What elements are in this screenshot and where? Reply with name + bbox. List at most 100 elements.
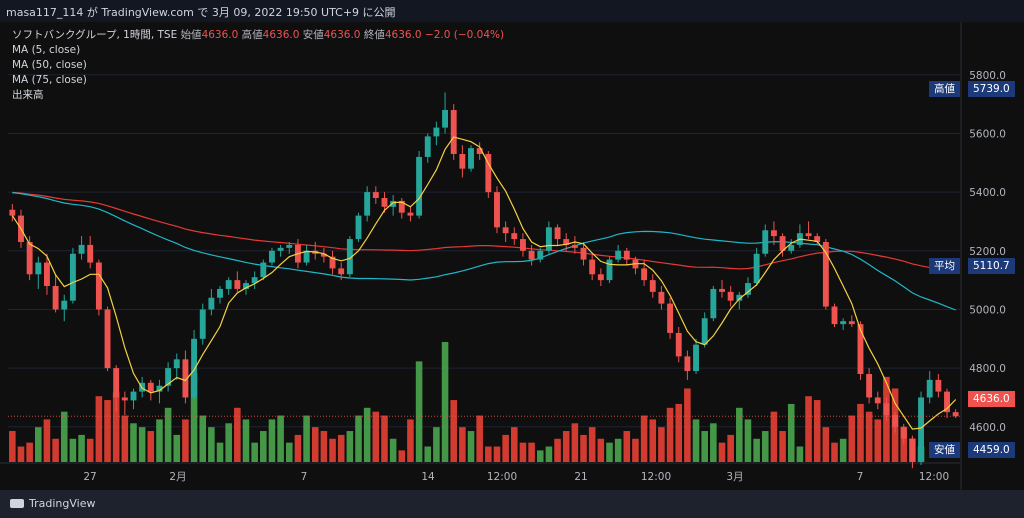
volume-bar (363, 407, 371, 462)
volume-bar (277, 415, 284, 462)
volume-bar (770, 411, 778, 462)
volume-bar (623, 431, 631, 462)
candle-body (381, 198, 388, 207)
candle-body (874, 397, 881, 404)
candle-body (675, 332, 682, 357)
volume-bar (346, 431, 354, 462)
volume-bar (476, 415, 483, 462)
volume-bar (433, 427, 440, 462)
volume-bar (182, 419, 189, 462)
candle-body (693, 344, 699, 372)
candle-body (173, 359, 180, 369)
candle-body (520, 239, 526, 251)
candle-body (355, 215, 362, 240)
candle-body (900, 426, 907, 439)
volume-bar (528, 442, 535, 462)
volume-bar (753, 438, 760, 462)
candle-body (26, 242, 33, 275)
chart-legend: ソフトバンクグループ, 1時間, TSE 始値4636.0 高値4636.0 安… (12, 28, 504, 103)
candle-body (9, 209, 16, 216)
volume-bar (285, 442, 293, 462)
candle-body (87, 244, 94, 263)
tradingview-brand[interactable]: TradingView (10, 497, 95, 510)
volume-bar (614, 438, 622, 462)
volume-bar (536, 450, 544, 462)
low-label: 安値 (302, 29, 324, 41)
candle-body (753, 253, 760, 284)
candle-body (848, 321, 855, 325)
open-label: 始値 (180, 29, 202, 41)
candle-body (926, 379, 933, 398)
candle-body (684, 356, 691, 372)
avg-marker-label: 平均 (929, 258, 960, 274)
avg-marker-value: 5110.7 (968, 258, 1015, 274)
candle-body (277, 247, 284, 251)
indicator-volume[interactable]: 出来高 (12, 88, 504, 103)
ohlc-row: ソフトバンクグループ, 1時間, TSE 始値4636.0 高値4636.0 安… (12, 28, 504, 43)
candle-body (511, 233, 518, 240)
volume-bar (26, 442, 33, 462)
candle-body (407, 212, 414, 216)
candle-body (424, 136, 431, 157)
volume-bar (450, 400, 457, 462)
low-marker-label: 安値 (929, 442, 960, 458)
volume-bar (562, 431, 570, 462)
candle-body (78, 244, 85, 254)
indicator-ma75[interactable]: MA (75, close) (12, 73, 504, 88)
candle-body (372, 192, 379, 198)
volume-bar (692, 419, 700, 462)
candle-body (130, 391, 137, 401)
volume-bar (701, 431, 708, 462)
candle-body (571, 244, 578, 248)
candle-body (199, 309, 206, 339)
symbol-title[interactable]: ソフトバンクグループ, 1時間, TSE (12, 29, 177, 41)
candle-body (615, 250, 622, 260)
volume-bar (9, 431, 16, 462)
volume-bar (718, 442, 726, 462)
footer-bar: TradingView (0, 490, 1024, 518)
candle-body (606, 259, 613, 281)
volume-bar (121, 415, 129, 462)
candle-body (52, 286, 59, 310)
candle-body (69, 253, 76, 301)
volume-bar (580, 434, 587, 462)
volume-bar (199, 415, 207, 462)
candle-body (95, 262, 102, 310)
candle-body (61, 300, 68, 310)
volume-bar (225, 423, 232, 462)
candle-body (459, 154, 466, 169)
indicator-ma50[interactable]: MA (50, close) (12, 58, 504, 73)
chart-window: 4600.0 4800.0 5000.0 5200.0 5400.0 5600.0 5800… (0, 0, 1024, 518)
volume-bar (242, 419, 250, 462)
volume-bar (632, 438, 639, 462)
candle-body (770, 230, 777, 237)
volume-bar (511, 427, 518, 462)
close-label: 終値 (363, 29, 385, 41)
candle-body (338, 268, 345, 275)
low-value: 4636.0 (323, 29, 361, 41)
candle-body (719, 288, 725, 292)
volume-bar (796, 446, 804, 462)
volume-bar (294, 434, 302, 462)
high-marker-value: 5739.0 (968, 81, 1015, 97)
volume-bar (571, 423, 579, 462)
indicator-ma5[interactable]: MA (5, close) (12, 43, 504, 58)
candle-body (234, 280, 241, 289)
volume-bar (35, 427, 42, 462)
volume-bar (130, 423, 137, 462)
candle-body (269, 250, 275, 263)
candle-body (658, 291, 665, 304)
low-marker-value: 4459.0 (968, 442, 1015, 458)
candle-body (416, 156, 423, 216)
candle-body (840, 321, 847, 325)
x-tick-label: 7 (301, 471, 308, 483)
volume-bar (138, 427, 146, 462)
change-value: −2.0 (−0.04%) (424, 29, 505, 41)
high-marker-label: 高値 (929, 81, 960, 97)
volume-bar (684, 388, 691, 462)
y-tick-label: 5400.0 (969, 187, 1006, 199)
volume-bar (17, 446, 25, 462)
candle-body (502, 227, 509, 234)
volume-bar (831, 442, 838, 462)
volume-bar (805, 396, 812, 462)
